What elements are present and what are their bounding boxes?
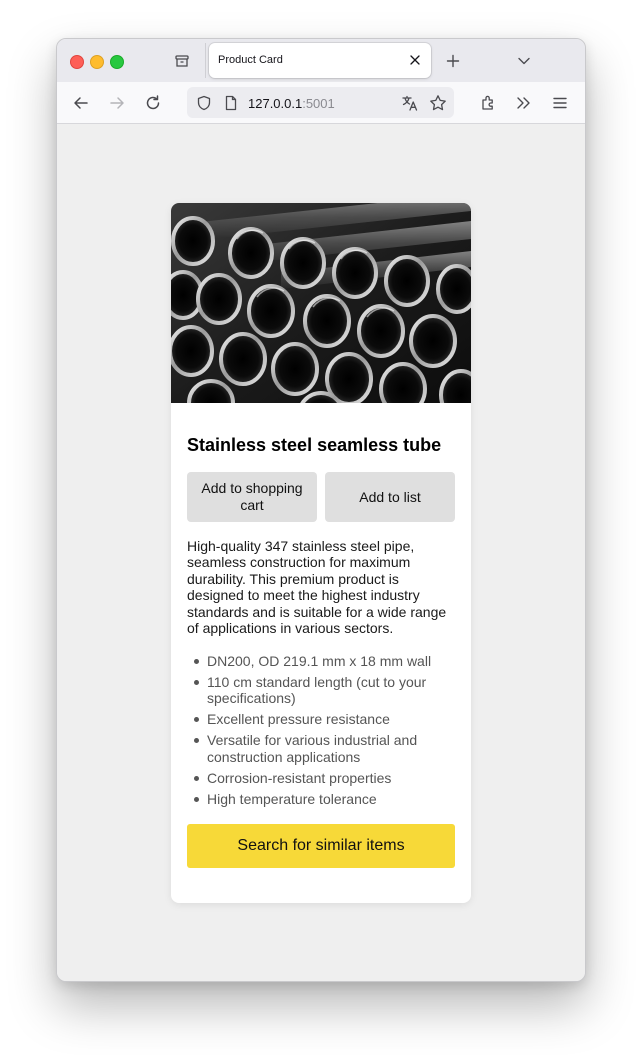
shield-icon[interactable] (195, 94, 212, 111)
browser-window: Product Card 127.0.0.1:5001 Stainless st… (56, 38, 586, 982)
feature-item: Excellent pressure resistance (187, 711, 457, 727)
url-text[interactable]: 127.0.0.1:5001 (248, 96, 335, 111)
page-viewport: Stainless steel seamless tube Add to sho… (57, 124, 585, 981)
url-port: :5001 (302, 96, 335, 111)
feature-item: High temperature tolerance (187, 791, 457, 807)
tab-title: Product Card (218, 54, 283, 66)
product-image-steel-tubes (171, 203, 471, 403)
feature-list: DN200, OD 219.1 mm x 18 mm wall 110 cm s… (187, 653, 457, 812)
more-tools-chevrons-icon[interactable] (514, 93, 534, 113)
product-description: High-quality 347 stainless steel pipe, s… (187, 538, 447, 637)
page-info-icon[interactable] (222, 94, 239, 111)
search-similar-items-button[interactable]: Search for similar items (187, 824, 455, 868)
tab-product-card[interactable]: Product Card (209, 43, 431, 78)
feature-item: Corrosion-resistant properties (187, 770, 457, 786)
minimize-window-button[interactable] (90, 55, 104, 69)
tab-bar: Product Card (57, 39, 585, 82)
hamburger-menu-icon[interactable] (550, 93, 570, 113)
feature-item: Versatile for various industrial and con… (187, 732, 457, 765)
tab-separator (205, 43, 206, 78)
translate-icon[interactable] (401, 94, 419, 112)
product-card: Stainless steel seamless tube Add to sho… (171, 203, 471, 903)
product-title: Stainless steel seamless tube (187, 435, 442, 455)
feature-item: 110 cm standard length (cut to your spec… (187, 674, 457, 707)
navigation-toolbar: 127.0.0.1:5001 (57, 82, 585, 124)
address-bar[interactable]: 127.0.0.1:5001 (187, 87, 454, 118)
close-tab-icon[interactable] (408, 53, 422, 67)
reload-icon[interactable] (143, 93, 163, 113)
new-tab-icon[interactable] (444, 52, 462, 70)
close-window-button[interactable] (70, 55, 84, 69)
bookmark-star-icon[interactable] (429, 94, 447, 112)
add-to-cart-button[interactable]: Add to shopping cart (187, 472, 317, 522)
zoom-window-button[interactable] (110, 55, 124, 69)
url-host: 127.0.0.1 (248, 96, 303, 111)
feature-item: DN200, OD 219.1 mm x 18 mm wall (187, 653, 457, 669)
tab-manager-icon[interactable] (173, 52, 191, 70)
forward-arrow-icon[interactable] (107, 93, 127, 113)
add-to-list-button[interactable]: Add to list (325, 472, 455, 522)
list-all-tabs-chevron-down-icon[interactable] (515, 52, 533, 70)
extensions-icon[interactable] (479, 93, 499, 113)
back-arrow-icon[interactable] (71, 93, 91, 113)
